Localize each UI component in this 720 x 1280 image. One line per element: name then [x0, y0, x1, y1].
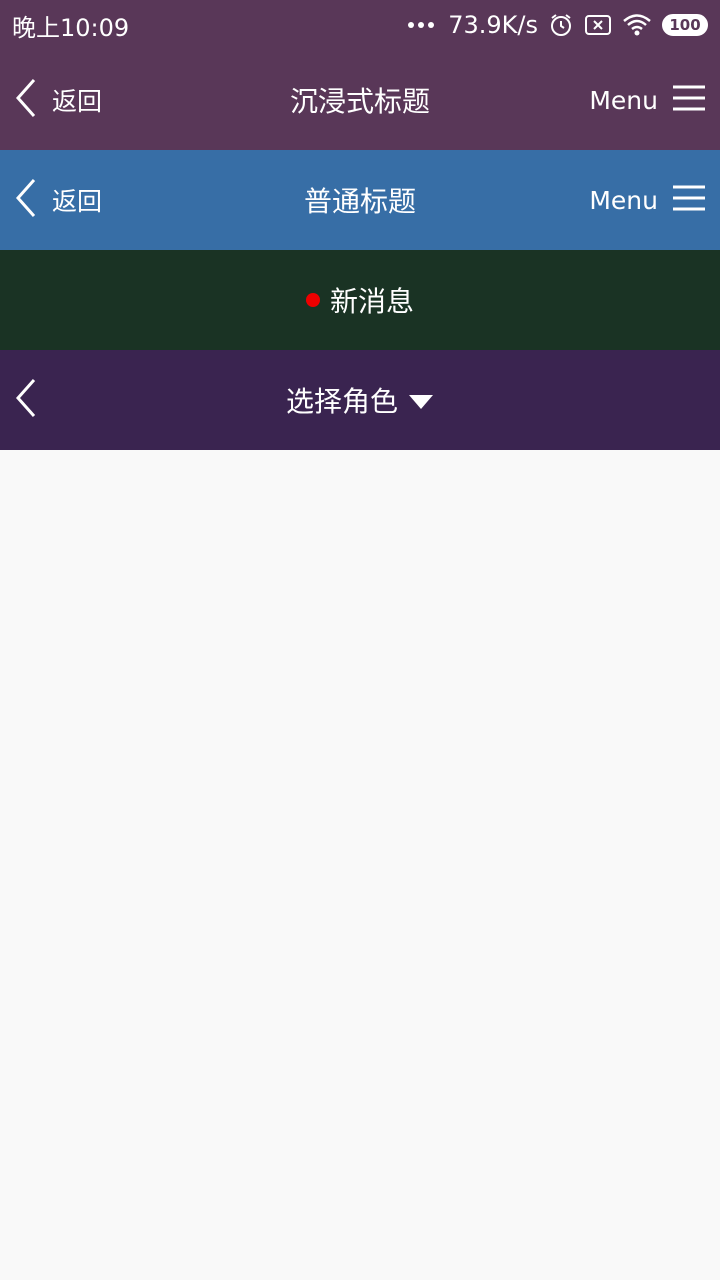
status-bar: 晚上10:09 73.9K/s 100	[0, 0, 720, 50]
more-dots-icon	[408, 22, 435, 28]
content-area	[0, 450, 720, 1280]
caret-down-icon	[408, 384, 434, 417]
immersive-menu-button[interactable]: Menu	[589, 50, 706, 150]
normal-title-bar: 返回 普通标题 Menu	[0, 150, 720, 250]
chevron-left-icon	[14, 178, 38, 222]
sim-x-icon	[584, 14, 612, 36]
menu-label: Menu	[589, 85, 658, 115]
new-message-label: 新消息	[329, 285, 414, 318]
unread-dot-icon	[305, 293, 320, 307]
role-title: 选择角色	[285, 385, 398, 418]
role-select-dropdown[interactable]: 选择角色	[286, 380, 434, 420]
network-speed: 73.9K/s	[448, 11, 538, 39]
battery-icon: 100	[662, 14, 708, 36]
wifi-icon	[622, 13, 652, 37]
new-message-button[interactable]: 新消息	[305, 280, 414, 320]
hamburger-menu-icon	[672, 84, 706, 116]
role-title-bar: 选择角色	[0, 350, 720, 450]
hamburger-menu-icon	[672, 184, 706, 216]
immersive-title-bar: 返回 沉浸式标题 Menu	[0, 50, 720, 150]
menu-label: Menu	[589, 185, 658, 215]
alarm-icon	[548, 12, 574, 38]
chevron-left-icon	[14, 78, 38, 122]
normal-back-button[interactable]: 返回	[14, 150, 102, 250]
battery-level: 100	[669, 16, 701, 34]
message-title-bar: 新消息	[0, 250, 720, 350]
role-title-area: 选择角色	[0, 350, 720, 450]
status-right: 73.9K/s 100	[408, 11, 708, 39]
status-time: 晚上10:09	[12, 13, 130, 42]
immersive-back-button[interactable]: 返回	[14, 50, 102, 150]
normal-menu-button[interactable]: Menu	[589, 150, 706, 250]
back-label: 返回	[52, 187, 103, 216]
back-label: 返回	[52, 87, 103, 116]
